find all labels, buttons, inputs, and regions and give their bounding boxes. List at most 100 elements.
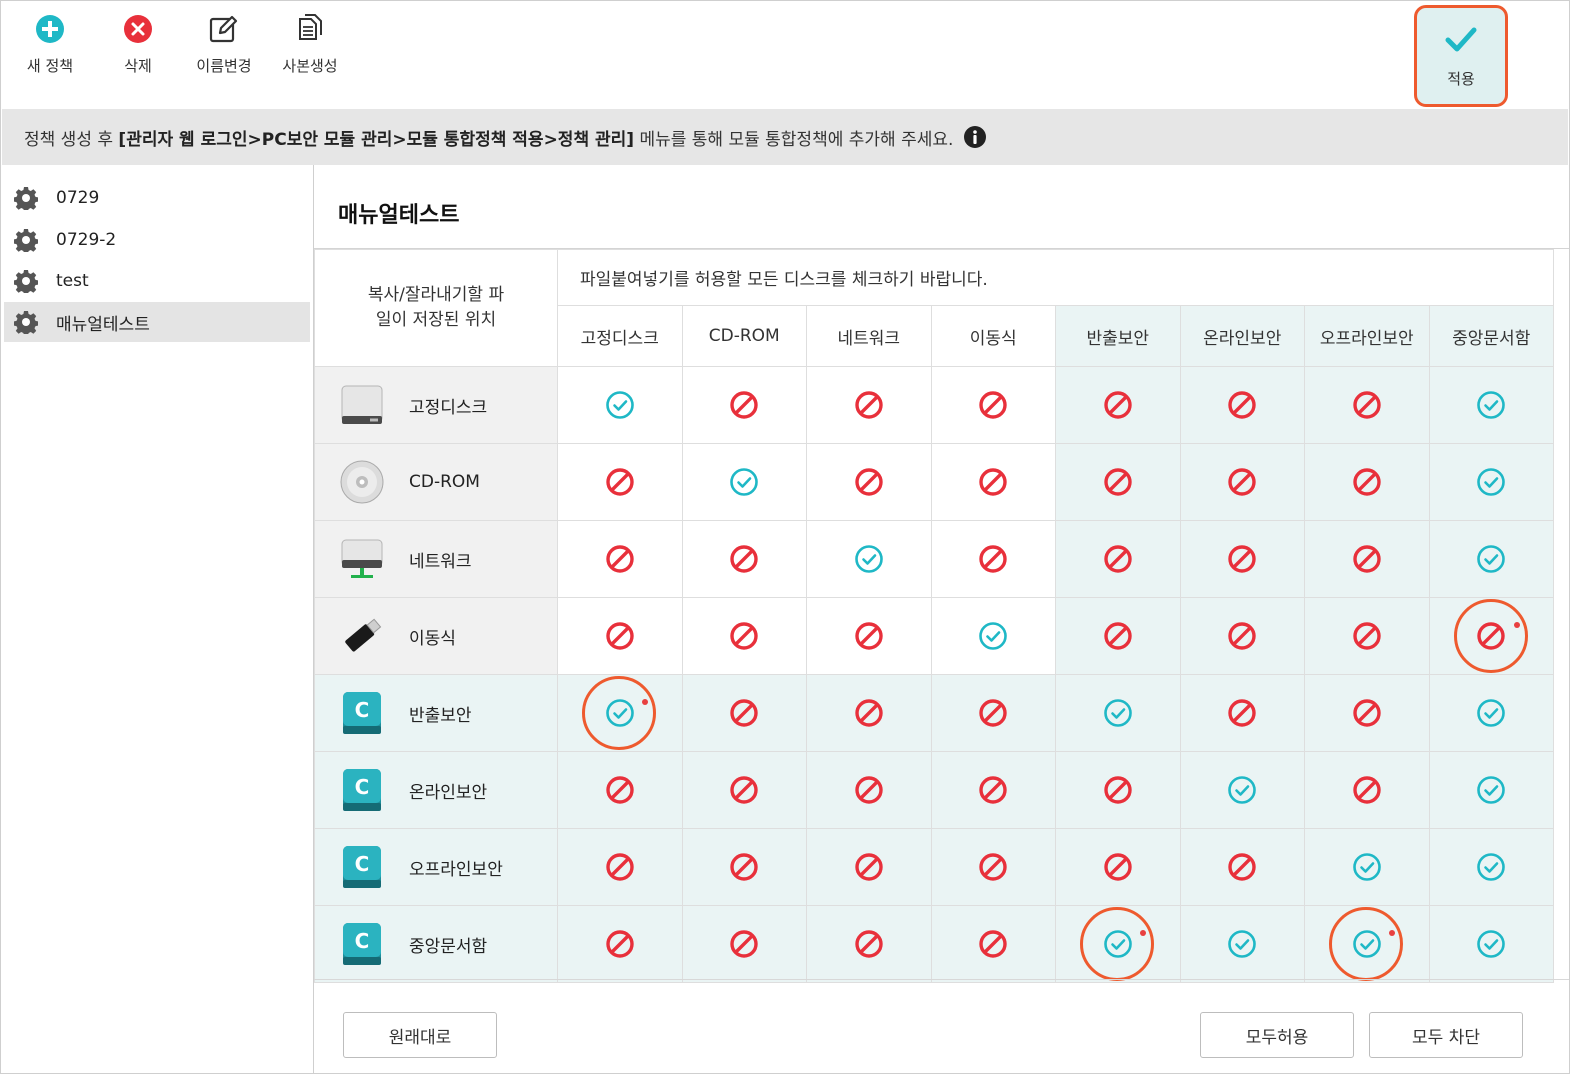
allow-check-icon[interactable] xyxy=(978,621,1008,651)
allow-check-icon[interactable] xyxy=(1227,929,1257,959)
allow-check-icon[interactable] xyxy=(1103,698,1133,728)
permission-cell[interactable] xyxy=(557,674,683,752)
permission-cell[interactable] xyxy=(681,828,807,906)
block-prohibited-icon[interactable] xyxy=(605,467,635,497)
block-prohibited-icon[interactable] xyxy=(1227,390,1257,420)
permission-cell[interactable] xyxy=(930,520,1056,598)
permission-cell[interactable] xyxy=(930,597,1056,675)
permission-cell[interactable] xyxy=(806,905,932,983)
permission-cell[interactable] xyxy=(557,905,683,983)
rename-button[interactable]: 이름변경 xyxy=(179,13,269,76)
permission-cell[interactable] xyxy=(1179,520,1305,598)
permission-cell[interactable] xyxy=(806,443,932,521)
allow-check-icon[interactable] xyxy=(1352,852,1382,882)
allow-check-icon[interactable] xyxy=(1103,929,1133,959)
allow-check-icon[interactable] xyxy=(1476,544,1506,574)
block-prohibited-icon[interactable] xyxy=(1227,467,1257,497)
permission-cell[interactable] xyxy=(1055,674,1181,752)
allow-check-icon[interactable] xyxy=(1476,390,1506,420)
permission-cell[interactable] xyxy=(1428,520,1554,598)
block-all-button[interactable]: 모두 차단 xyxy=(1369,1012,1523,1058)
permission-cell[interactable] xyxy=(806,597,932,675)
block-prohibited-icon[interactable] xyxy=(1352,544,1382,574)
permission-cell[interactable] xyxy=(681,520,807,598)
block-prohibited-icon[interactable] xyxy=(1352,390,1382,420)
block-prohibited-icon[interactable] xyxy=(978,544,1008,574)
permission-cell[interactable] xyxy=(1428,443,1554,521)
sidebar-item-0729-2[interactable]: 0729-2 xyxy=(4,220,310,260)
allow-check-icon[interactable] xyxy=(1476,467,1506,497)
block-prohibited-icon[interactable] xyxy=(729,544,759,574)
permission-cell[interactable] xyxy=(1428,366,1554,444)
block-prohibited-icon[interactable] xyxy=(1352,621,1382,651)
permission-cell[interactable] xyxy=(806,751,932,829)
permission-cell[interactable] xyxy=(930,828,1056,906)
block-prohibited-icon[interactable] xyxy=(854,390,884,420)
allow-check-icon[interactable] xyxy=(1476,775,1506,805)
block-prohibited-icon[interactable] xyxy=(854,698,884,728)
permission-cell[interactable] xyxy=(806,366,932,444)
block-prohibited-icon[interactable] xyxy=(854,852,884,882)
block-prohibited-icon[interactable] xyxy=(1103,390,1133,420)
permission-cell[interactable] xyxy=(681,366,807,444)
permission-cell[interactable] xyxy=(681,443,807,521)
permission-cell[interactable] xyxy=(930,674,1056,752)
permission-cell[interactable] xyxy=(1179,828,1305,906)
sidebar-item-test[interactable]: test xyxy=(4,261,310,301)
block-prohibited-icon[interactable] xyxy=(854,467,884,497)
block-prohibited-icon[interactable] xyxy=(1103,467,1133,497)
permission-cell[interactable] xyxy=(1304,520,1430,598)
permission-cell[interactable] xyxy=(1304,443,1430,521)
permission-cell[interactable] xyxy=(1179,905,1305,983)
permission-cell[interactable] xyxy=(1179,674,1305,752)
permission-cell[interactable] xyxy=(806,674,932,752)
permission-cell[interactable] xyxy=(1179,443,1305,521)
permission-cell[interactable] xyxy=(930,443,1056,521)
permission-cell[interactable] xyxy=(1428,597,1554,675)
apply-button[interactable]: 적용 xyxy=(1414,5,1508,107)
block-prohibited-icon[interactable] xyxy=(605,621,635,651)
block-prohibited-icon[interactable] xyxy=(978,929,1008,959)
block-prohibited-icon[interactable] xyxy=(1352,467,1382,497)
permission-cell[interactable] xyxy=(1304,751,1430,829)
permission-cell[interactable] xyxy=(1055,751,1181,829)
info-icon[interactable] xyxy=(963,125,987,149)
allow-all-button[interactable]: 모두허용 xyxy=(1200,1012,1354,1058)
permission-cell[interactable] xyxy=(557,443,683,521)
permission-cell[interactable] xyxy=(557,597,683,675)
permission-cell[interactable] xyxy=(1055,828,1181,906)
permission-cell[interactable] xyxy=(806,520,932,598)
permission-cell[interactable] xyxy=(1304,366,1430,444)
block-prohibited-icon[interactable] xyxy=(978,467,1008,497)
permission-cell[interactable] xyxy=(557,828,683,906)
block-prohibited-icon[interactable] xyxy=(605,929,635,959)
block-prohibited-icon[interactable] xyxy=(1103,621,1133,651)
permission-cell[interactable] xyxy=(1055,443,1181,521)
block-prohibited-icon[interactable] xyxy=(605,544,635,574)
permission-cell[interactable] xyxy=(1304,828,1430,906)
permission-cell[interactable] xyxy=(681,674,807,752)
permission-cell[interactable] xyxy=(1055,597,1181,675)
block-prohibited-icon[interactable] xyxy=(1103,852,1133,882)
permission-cell[interactable] xyxy=(1179,597,1305,675)
copy-button[interactable]: 사본생성 xyxy=(265,13,355,76)
permission-cell[interactable] xyxy=(1304,674,1430,752)
allow-check-icon[interactable] xyxy=(1227,775,1257,805)
block-prohibited-icon[interactable] xyxy=(729,929,759,959)
block-prohibited-icon[interactable] xyxy=(854,929,884,959)
allow-check-icon[interactable] xyxy=(605,390,635,420)
block-prohibited-icon[interactable] xyxy=(1352,775,1382,805)
permission-cell[interactable] xyxy=(681,751,807,829)
permission-cell[interactable] xyxy=(1428,828,1554,906)
permission-cell[interactable] xyxy=(930,751,1056,829)
sidebar-item-manual-test[interactable]: 매뉴얼테스트 xyxy=(4,302,310,342)
delete-button[interactable]: 삭제 xyxy=(93,13,183,76)
block-prohibited-icon[interactable] xyxy=(854,621,884,651)
permission-cell[interactable] xyxy=(806,828,932,906)
permission-cell[interactable] xyxy=(681,597,807,675)
permission-cell[interactable] xyxy=(1428,905,1554,983)
permission-cell[interactable] xyxy=(557,520,683,598)
block-prohibited-icon[interactable] xyxy=(729,698,759,728)
block-prohibited-icon[interactable] xyxy=(1103,544,1133,574)
permission-cell[interactable] xyxy=(557,366,683,444)
